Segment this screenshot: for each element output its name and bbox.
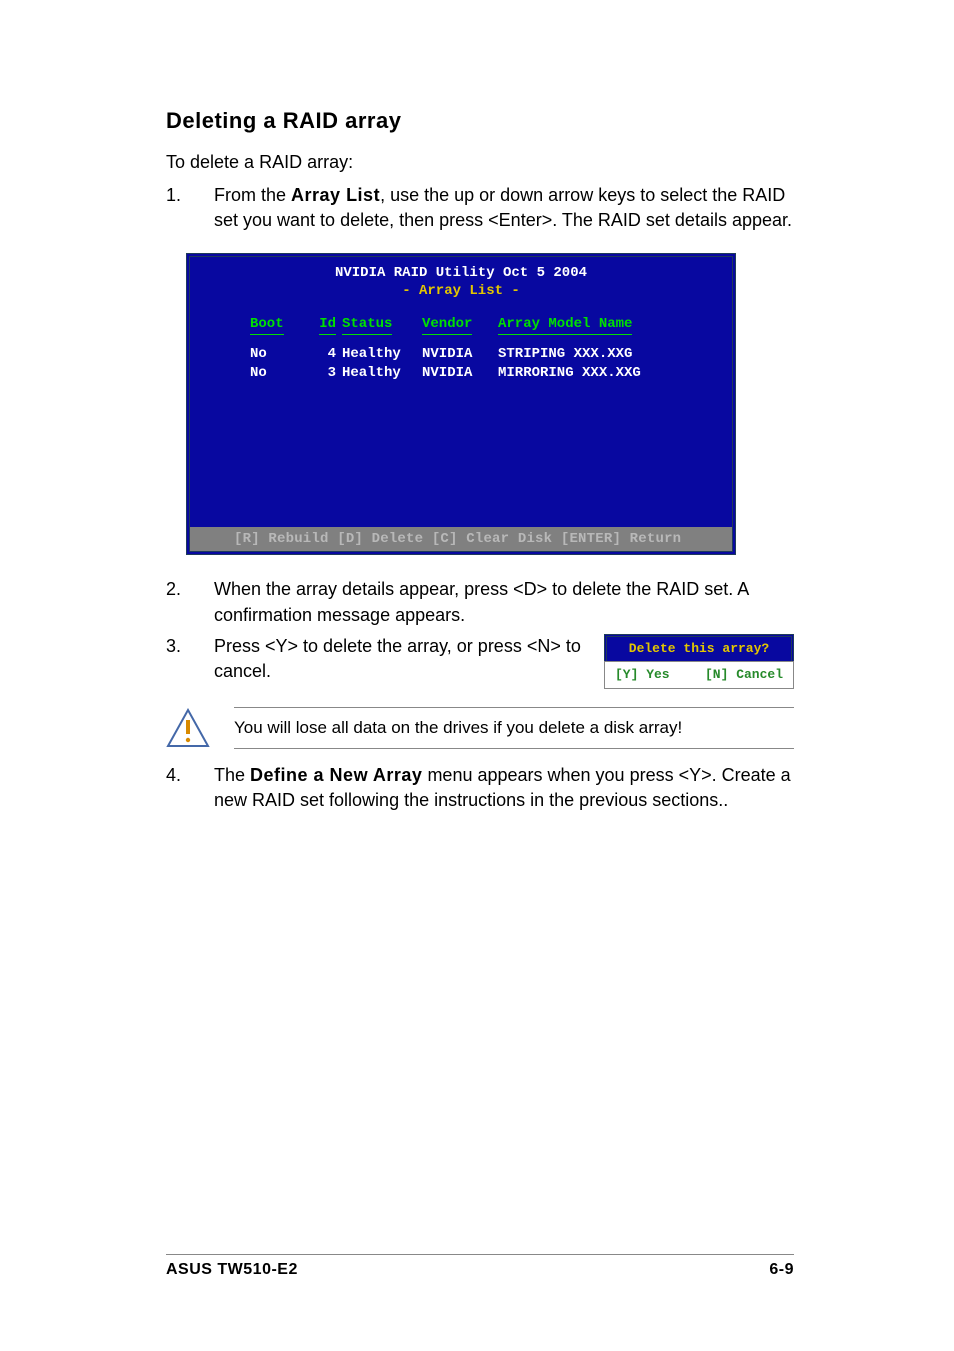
bios-hint-bar: [R] Rebuild [D] Delete [C] Clear Disk [E…	[190, 527, 732, 551]
step-body: Delete this array? [Y] Yes [N] Cancel Pr…	[214, 634, 794, 689]
col-model: Array Model Name	[498, 315, 632, 335]
step-body: From the Array List, use the up or down …	[214, 183, 794, 233]
cell-model: STRIPING XXX.XXG	[498, 345, 732, 364]
step-3: 3. Delete this array? [Y] Yes [N] Cancel…	[166, 634, 794, 689]
step-number: 1.	[166, 183, 190, 233]
warning-icon	[166, 708, 210, 748]
footer-right: 6-9	[769, 1261, 794, 1279]
dialog-yes: [Y] Yes	[615, 666, 670, 684]
step-text-pre: The	[214, 765, 250, 785]
dialog-no: [N] Cancel	[705, 666, 783, 684]
step-2: 2. When the array details appear, press …	[166, 577, 794, 627]
footer-left: ASUS TW510-E2	[166, 1261, 298, 1279]
bios-screen: NVIDIA RAID Utility Oct 5 2004 - Array L…	[186, 253, 736, 555]
bold-term: Array List	[291, 185, 380, 205]
step-body: The Define a New Array menu appears when…	[214, 763, 794, 813]
step-number: 3.	[166, 634, 190, 689]
dialog-head: Delete this array?	[604, 634, 794, 661]
col-boot: Boot	[250, 315, 284, 335]
col-status: Status	[342, 315, 392, 335]
table-header-row: Boot Id Status Vendor Array Model Name	[190, 315, 732, 335]
bios-title: NVIDIA RAID Utility Oct 5 2004	[190, 257, 732, 283]
col-id: Id	[319, 315, 336, 335]
bold-term: Define a New Array	[250, 765, 422, 785]
warning-text: You will lose all data on the drives if …	[234, 707, 794, 749]
cell-id: 4	[310, 345, 342, 364]
table-row: No 3 Healthy NVIDIA MIRRORING XXX.XXG	[190, 364, 732, 383]
col-vendor: Vendor	[422, 315, 472, 335]
step-number: 2.	[166, 577, 190, 627]
section-heading: Deleting a RAID array	[166, 108, 794, 134]
warning-note: You will lose all data on the drives if …	[166, 707, 794, 749]
step-body: When the array details appear, press <D>…	[214, 577, 794, 627]
cell-model: MIRRORING XXX.XXG	[498, 364, 732, 383]
step-text: Press <Y> to delete the array, or press …	[214, 636, 581, 681]
cell-vendor: NVIDIA	[422, 345, 498, 364]
step-4: 4. The Define a New Array menu appears w…	[166, 763, 794, 813]
step-text-pre: From the	[214, 185, 291, 205]
step-number: 4.	[166, 763, 190, 813]
bios-table: Boot Id Status Vendor Array Model Name N…	[190, 309, 732, 527]
cell-boot: No	[250, 364, 310, 383]
intro-text: To delete a RAID array:	[166, 152, 794, 173]
table-row: No 4 Healthy NVIDIA STRIPING XXX.XXG	[190, 345, 732, 364]
cell-status: Healthy	[342, 364, 422, 383]
step-1: 1. From the Array List, use the up or do…	[166, 183, 794, 233]
cell-status: Healthy	[342, 345, 422, 364]
page-footer: ASUS TW510-E2 6-9	[166, 1254, 794, 1279]
cell-vendor: NVIDIA	[422, 364, 498, 383]
delete-dialog: Delete this array? [Y] Yes [N] Cancel	[604, 634, 794, 689]
cell-id: 3	[310, 364, 342, 383]
bios-subtitle: - Array List -	[190, 283, 732, 309]
cell-boot: No	[250, 345, 310, 364]
